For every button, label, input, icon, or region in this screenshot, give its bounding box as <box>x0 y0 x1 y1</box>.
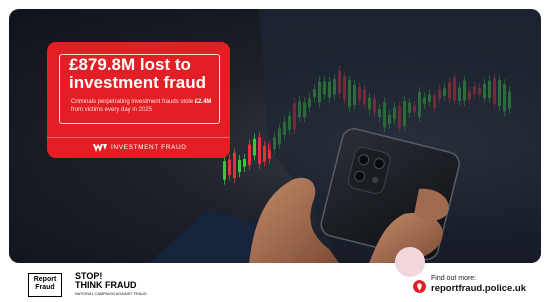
hero-image: £879.8M lost to investment fraud Crimina… <box>9 9 541 263</box>
decorative-arc <box>395 247 425 277</box>
report-fraud-logo-text: Report Fraud <box>33 276 57 291</box>
headline-callout: £879.8M lost to investment fraud Crimina… <box>47 42 230 158</box>
stop-think-fraud-logo: STOP! THINK FRAUD NATIONAL CAMPAIGN AGAI… <box>75 272 147 297</box>
location-pin-icon <box>413 280 426 293</box>
stop-think-line3: NATIONAL CAMPAIGN AGAINST FRAUD <box>75 292 147 296</box>
find-out-more-label: Find out more: <box>431 275 477 282</box>
footer: Report Fraud STOP! THINK FRAUD NATIONAL … <box>0 247 550 302</box>
investment-fraud-logo-icon <box>93 144 107 152</box>
headline-text: £879.8M lost to investment fraud <box>69 55 206 92</box>
website-link[interactable]: reportfraud.police.uk <box>431 283 526 294</box>
category-tag-label: INVESTMENT FRAUD <box>111 144 187 151</box>
report-fraud-logo: Report Fraud <box>28 273 62 297</box>
category-tag: INVESTMENT FRAUD <box>47 137 230 158</box>
subheadline-text: Criminals perpetrating investment frauds… <box>71 99 212 113</box>
stop-think-line2: THINK FRAUD <box>75 280 137 290</box>
